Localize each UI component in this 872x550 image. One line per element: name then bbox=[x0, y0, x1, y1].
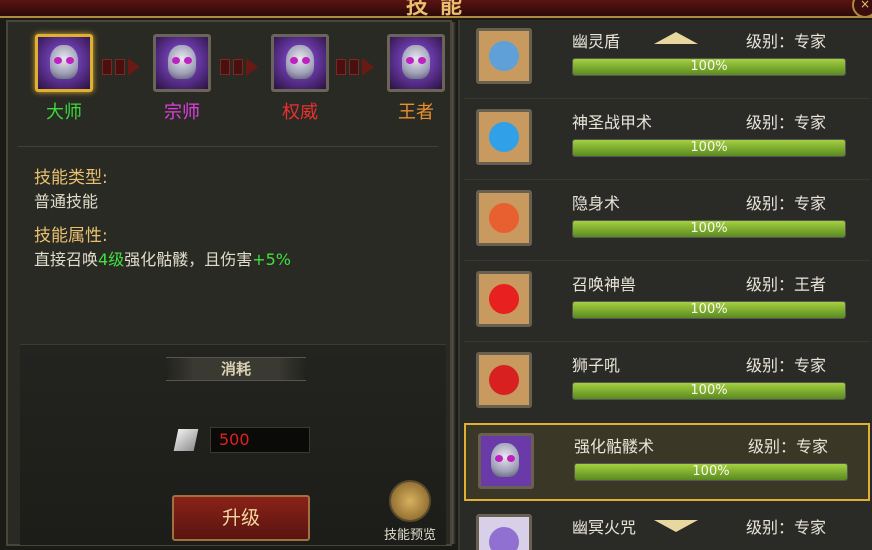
progress-bar: 100% bbox=[572, 382, 846, 400]
scroll-up-icon[interactable] bbox=[654, 32, 698, 44]
skill-row-lion-roar[interactable]: 狮子吼 级别：专家 100% bbox=[464, 344, 870, 422]
skeleton-icon bbox=[35, 34, 93, 92]
skill-attr-heading: 技能属性: bbox=[34, 226, 108, 246]
tier-grandmaster[interactable]: 宗师 bbox=[150, 34, 214, 124]
close-icon[interactable]: × bbox=[852, 0, 872, 18]
arrow-icon bbox=[102, 56, 152, 76]
window-title: 技能 bbox=[405, 0, 474, 19]
stealth-icon bbox=[476, 190, 532, 246]
progress-bar: 100% bbox=[572, 301, 846, 319]
progress-text: 100% bbox=[692, 464, 730, 479]
skill-list: 幽灵盾 级别：专家 100% 神圣战甲术 级别：专家 100% 隐身术 级别：专… bbox=[458, 20, 872, 550]
skill-level: 级别：专家 bbox=[746, 518, 827, 537]
skill-level: 级别：专家 bbox=[748, 437, 829, 456]
skill-book-icon bbox=[173, 429, 199, 451]
tier-label: 大师 bbox=[46, 102, 82, 123]
skill-preview-button[interactable]: 技能预览 bbox=[370, 480, 450, 543]
skill-level: 级别：专家 bbox=[746, 194, 827, 213]
skeleton-icon bbox=[387, 34, 445, 92]
skill-row-ghost-shield[interactable]: 幽灵盾 级别：专家 100% bbox=[464, 20, 870, 98]
divider bbox=[18, 146, 438, 147]
progress-text: 100% bbox=[690, 140, 728, 155]
skeleton-icon bbox=[271, 34, 329, 92]
skill-name: 狮子吼 bbox=[572, 356, 621, 375]
scroll-down-icon[interactable] bbox=[654, 520, 698, 532]
progress-bar: 100% bbox=[572, 58, 846, 76]
skill-row-holy-armor[interactable]: 神圣战甲术 级别：专家 100% bbox=[464, 101, 870, 179]
progress-text: 100% bbox=[690, 383, 728, 398]
skill-level: 级别：王者 bbox=[746, 275, 827, 294]
skill-level: 级别：专家 bbox=[746, 32, 827, 51]
tier-progression: 大师 宗师 权威 王者 bbox=[28, 34, 448, 144]
holy-armor-icon bbox=[476, 109, 532, 165]
skill-level: 级别：专家 bbox=[746, 113, 827, 132]
skill-type-value: 普通技能 bbox=[34, 192, 99, 211]
skill-name: 幽灵盾 bbox=[572, 32, 621, 51]
tier-label: 宗师 bbox=[164, 102, 200, 123]
arrow-icon bbox=[336, 56, 386, 76]
title-bar: 技能 × bbox=[0, 0, 872, 19]
skill-type-heading: 技能类型: bbox=[34, 168, 108, 188]
tier-king[interactable]: 王者 bbox=[384, 34, 448, 124]
upgrade-button[interactable]: 升级 bbox=[172, 495, 310, 541]
skill-row-netherfire[interactable]: 幽冥火咒 级别：专家 bbox=[464, 506, 870, 550]
skill-name: 幽冥火咒 bbox=[572, 518, 637, 537]
progress-bar: 100% bbox=[572, 220, 846, 238]
cost-banner: 消耗 bbox=[166, 357, 306, 381]
skill-info: 技能类型: 普通技能 技能属性: 直接召唤4级强化骷髅，且伤害+5% bbox=[34, 166, 291, 272]
skill-row-stealth[interactable]: 隐身术 级别：专家 100% bbox=[464, 182, 870, 260]
progress-text: 100% bbox=[690, 302, 728, 317]
attr-prefix: 直接召唤 bbox=[34, 250, 99, 269]
tier-label: 王者 bbox=[398, 102, 434, 123]
tier-label: 权威 bbox=[282, 102, 318, 123]
attr-bonus: +5% bbox=[252, 250, 292, 269]
skill-level: 级别：专家 bbox=[746, 356, 827, 375]
progress-text: 100% bbox=[690, 221, 728, 236]
skeleton-icon bbox=[153, 34, 211, 92]
skill-name: 强化骷髅术 bbox=[574, 437, 655, 456]
attr-level: 4级 bbox=[98, 250, 125, 269]
skill-row-summon-beast[interactable]: 召唤神兽 级别：王者 100% bbox=[464, 263, 870, 341]
cost-value: 500 bbox=[210, 427, 310, 453]
ghost-shield-icon bbox=[476, 28, 532, 84]
skill-row-skeleton[interactable]: 强化骷髅术 级别：专家 100% bbox=[464, 423, 870, 501]
skill-name: 隐身术 bbox=[572, 194, 621, 213]
netherfire-icon bbox=[476, 514, 532, 550]
lion-roar-icon bbox=[476, 352, 532, 408]
skill-name: 神圣战甲术 bbox=[572, 113, 653, 132]
summon-beast-icon bbox=[476, 271, 532, 327]
skill-detail-panel: 大师 宗师 权威 王者 技能类型: 普通技能 技能属性: 直接召唤4级强化骷髅，… bbox=[6, 20, 456, 546]
skeleton-icon bbox=[478, 433, 534, 489]
progress-bar: 100% bbox=[572, 139, 846, 157]
skill-preview-label: 技能预览 bbox=[383, 528, 436, 543]
attr-mid: 强化骷髅，且伤害 bbox=[124, 250, 253, 269]
skill-attr-value: 直接召唤4级强化骷髅，且伤害+5% bbox=[34, 248, 291, 272]
tier-authority[interactable]: 权威 bbox=[268, 34, 332, 124]
progress-text: 100% bbox=[690, 59, 728, 74]
progress-bar: 100% bbox=[574, 463, 848, 481]
tier-master[interactable]: 大师 bbox=[32, 34, 96, 124]
skill-name: 召唤神兽 bbox=[572, 275, 637, 294]
book-icon bbox=[389, 480, 431, 522]
arrow-icon bbox=[220, 56, 270, 76]
